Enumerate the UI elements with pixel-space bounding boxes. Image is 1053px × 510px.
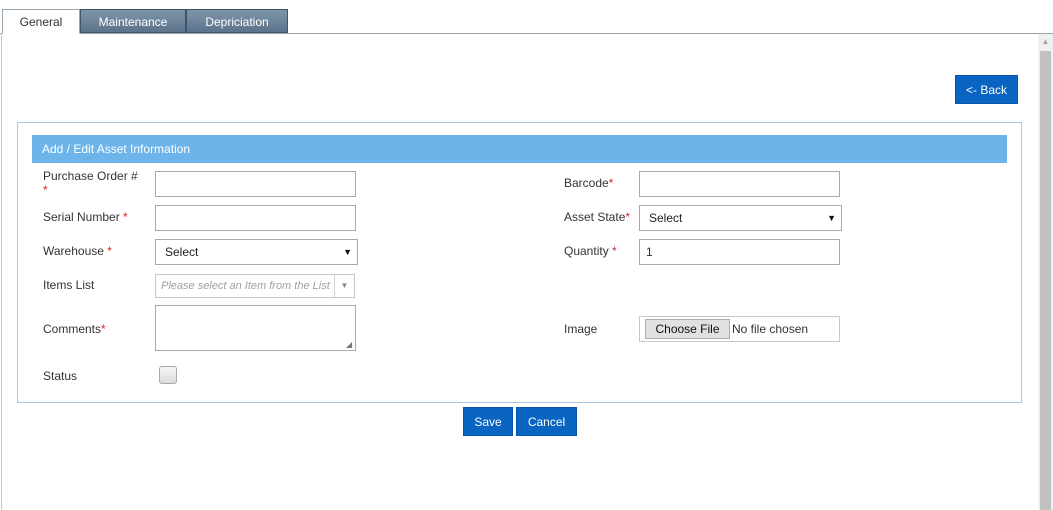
scroll-thumb[interactable] — [1040, 51, 1051, 510]
warehouse-select[interactable]: Select ▼ — [155, 239, 358, 265]
asset-state-label-text: Asset State — [564, 210, 626, 224]
purchase-order-label: Purchase Order # * — [43, 169, 138, 197]
vertical-scrollbar[interactable]: ▲ — [1038, 34, 1053, 510]
warehouse-selected-value: Select — [165, 245, 199, 259]
purchase-order-input[interactable] — [155, 171, 356, 197]
dropdown-arrow-icon: ▼ — [827, 213, 836, 223]
scroll-up-icon[interactable]: ▲ — [1038, 34, 1053, 49]
serial-number-label: Serial Number * — [43, 210, 128, 224]
dropdown-arrow-icon[interactable]: ▼ — [334, 275, 354, 297]
comments-textarea[interactable]: ◢ — [155, 305, 356, 351]
required-mark: * — [43, 183, 48, 197]
serial-number-label-text: Serial Number — [43, 210, 120, 224]
comments-label-text: Comments — [43, 322, 102, 336]
tab-general[interactable]: General — [2, 9, 80, 34]
comments-label: Comments* — [43, 322, 106, 336]
panel-title: Add / Edit Asset Information — [32, 135, 1007, 163]
items-list-placeholder: Please select an Item from the List — [161, 280, 330, 292]
required-mark: * — [123, 210, 128, 224]
items-list-combobox[interactable]: Please select an Item from the List ▼ — [155, 274, 355, 298]
tab-maintenance[interactable]: Maintenance — [80, 9, 186, 33]
save-button[interactable]: Save — [463, 407, 513, 436]
resize-grip-icon[interactable]: ◢ — [346, 341, 354, 349]
barcode-label: Barcode* — [564, 176, 613, 190]
tab-bar: General Maintenance Depriciation — [0, 0, 1053, 34]
required-mark: * — [101, 322, 106, 336]
asset-state-selected-value: Select — [649, 211, 683, 225]
serial-number-input[interactable] — [155, 205, 356, 231]
dropdown-arrow-icon: ▼ — [343, 247, 352, 257]
asset-state-label: Asset State* — [564, 210, 630, 224]
items-list-label: Items List — [43, 278, 95, 292]
status-checkbox[interactable] — [159, 366, 177, 384]
required-mark: * — [612, 244, 617, 258]
back-button[interactable]: <- Back — [955, 75, 1018, 104]
file-status-text: No file chosen — [732, 322, 809, 336]
quantity-input[interactable] — [639, 239, 840, 265]
required-mark: * — [625, 210, 631, 224]
warehouse-label: Warehouse * — [43, 244, 112, 258]
warehouse-label-text: Warehouse — [43, 244, 104, 258]
status-label: Status — [43, 369, 78, 383]
choose-file-button[interactable]: Choose File — [645, 319, 730, 339]
cancel-button[interactable]: Cancel — [516, 407, 577, 436]
quantity-label-text: Quantity — [564, 244, 609, 258]
purchase-order-label-text: Purchase Order # — [43, 169, 138, 183]
quantity-label: Quantity * — [564, 244, 617, 258]
asset-state-select[interactable]: Select ▼ — [639, 205, 842, 231]
barcode-input[interactable] — [639, 171, 840, 197]
required-mark: * — [608, 176, 614, 190]
image-label: Image — [564, 322, 598, 336]
required-mark: * — [107, 244, 112, 258]
tab-depreciation[interactable]: Depriciation — [186, 9, 288, 33]
barcode-label-text: Barcode — [564, 176, 609, 190]
image-file-input[interactable]: Choose File No file chosen — [639, 316, 840, 342]
